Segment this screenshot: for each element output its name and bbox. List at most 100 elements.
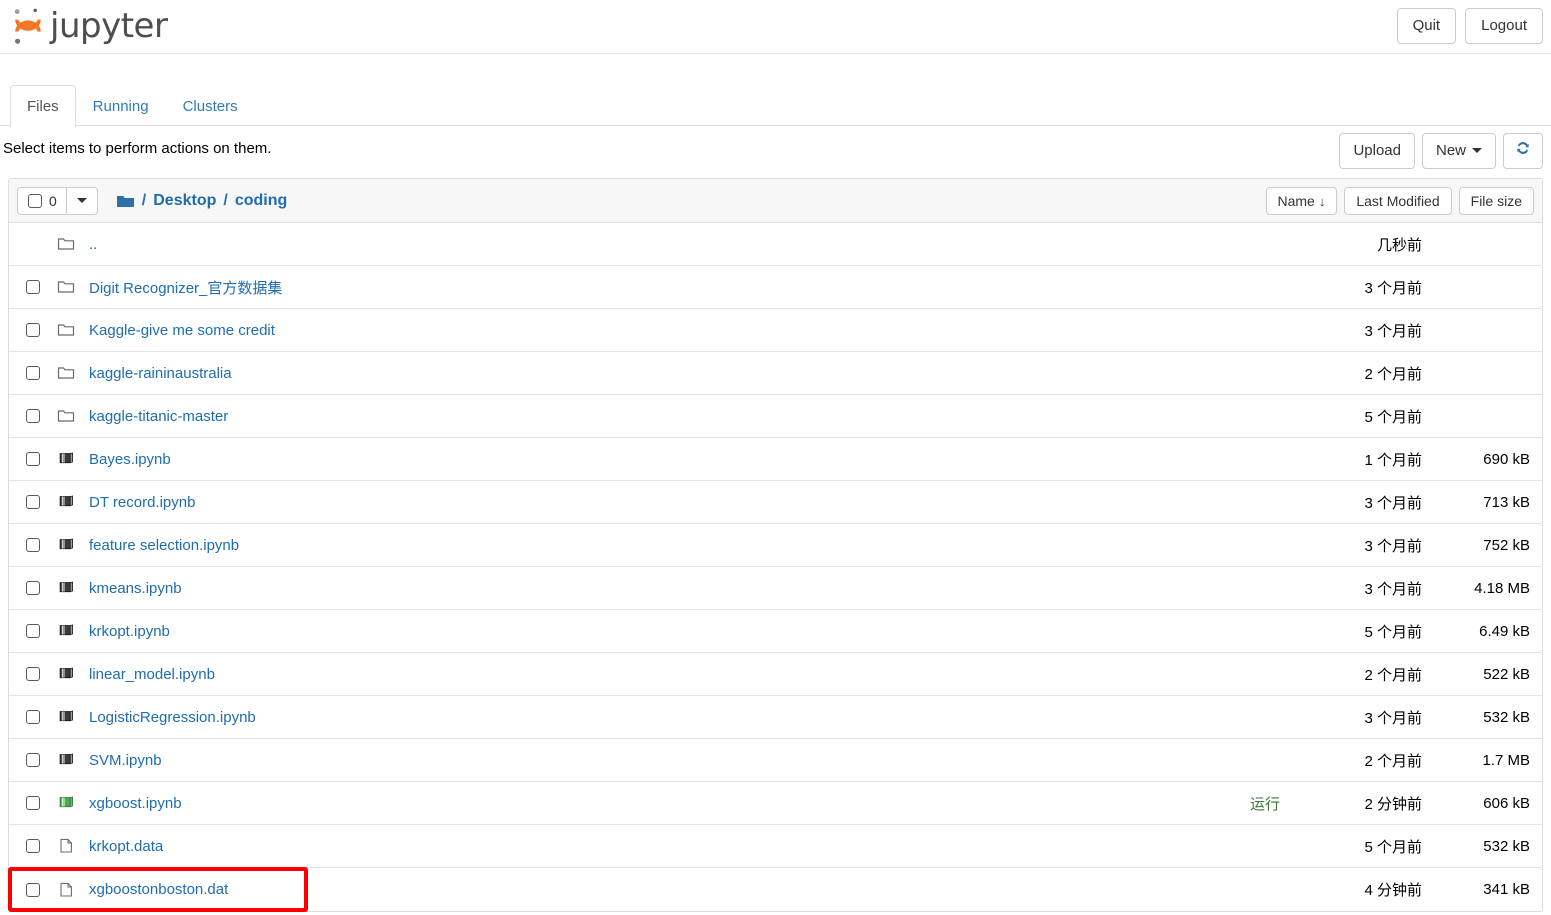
table-row[interactable]: .. 几秒前 (9, 223, 1542, 266)
last-modified-value: 5 个月前 (1364, 838, 1422, 856)
row-checkbox-icon[interactable] (26, 624, 40, 638)
sort-by-last-modified-button[interactable]: Last Modified (1344, 187, 1452, 215)
logout-button[interactable]: Logout (1465, 8, 1543, 44)
row-checkbox-cell[interactable] (9, 452, 57, 466)
table-row[interactable]: DT record.ipynb 3 个月前 713 kB (9, 481, 1542, 524)
quit-button[interactable]: Quit (1396, 8, 1457, 44)
row-checkbox-icon[interactable] (26, 452, 40, 466)
select-dropdown-button[interactable] (65, 186, 98, 215)
table-row[interactable]: krkopt.data 5 个月前 532 kB (9, 825, 1542, 868)
row-checkbox-icon[interactable] (26, 710, 40, 724)
file-name-link[interactable]: Digit Recognizer_官方数据集 (89, 277, 1290, 298)
file-name-link[interactable]: xgboost.ipynb (89, 795, 1250, 812)
file-name-link[interactable]: Bayes.ipynb (89, 451, 1290, 468)
table-row[interactable]: Kaggle-give me some credit 3 个月前 (9, 309, 1542, 352)
table-row[interactable]: kaggle-titanic-master 5 个月前 (9, 395, 1542, 438)
file-name-link[interactable]: .. (89, 236, 1290, 253)
table-row[interactable]: feature selection.ipynb 3 个月前 752 kB (9, 524, 1542, 567)
row-checkbox-icon[interactable] (26, 882, 40, 897)
chevron-down-icon (76, 198, 87, 203)
row-icon-cell (57, 450, 83, 468)
sort-buttons: Name ↓ Last Modified File size (1265, 187, 1534, 215)
file-name-link[interactable]: kaggle-titanic-master (89, 408, 1290, 425)
upload-button[interactable]: Upload (1339, 133, 1415, 169)
table-row[interactable]: Digit Recognizer_官方数据集 3 个月前 (9, 266, 1542, 309)
table-row[interactable]: Bayes.ipynb 1 个月前 690 kB (9, 438, 1542, 481)
sort-by-name-button[interactable]: Name ↓ (1265, 187, 1338, 215)
file-name-link[interactable]: Kaggle-give me some credit (89, 322, 1290, 339)
file-name-link[interactable]: xgboostonboston.dat (89, 881, 1290, 898)
row-checkbox-icon[interactable] (26, 538, 40, 552)
row-checkbox-cell[interactable] (9, 710, 57, 724)
file-size-value: 690 kB (1483, 450, 1530, 468)
file-name-link[interactable]: feature selection.ipynb (89, 537, 1290, 554)
file-name-link[interactable]: LogisticRegression.ipynb (89, 709, 1290, 726)
tab-running[interactable]: Running (76, 85, 166, 127)
breadcrumb-item-coding[interactable]: coding (235, 192, 287, 210)
row-checkbox-icon[interactable] (26, 280, 40, 294)
file-name-link[interactable]: kmeans.ipynb (89, 580, 1290, 597)
row-checkbox-icon[interactable] (26, 839, 40, 853)
row-checkbox-cell[interactable] (9, 581, 57, 595)
row-checkbox-icon[interactable] (26, 667, 40, 681)
select-all-checkbox-group[interactable]: 0 (17, 186, 66, 215)
row-checkbox-cell[interactable] (9, 366, 57, 380)
row-checkbox-cell[interactable] (9, 323, 57, 337)
table-row[interactable]: LogisticRegression.ipynb 3 个月前 532 kB (9, 696, 1542, 739)
breadcrumb-separator: / (141, 191, 147, 209)
table-row[interactable]: linear_model.ipynb 2 个月前 522 kB (9, 653, 1542, 696)
row-checkbox-icon[interactable] (26, 581, 40, 595)
row-checkbox-cell[interactable] (9, 538, 57, 552)
table-row[interactable]: xgboost.ipynb 运行 2 分钟前 606 kB (9, 782, 1542, 825)
file-name-link[interactable]: krkopt.data (89, 838, 1290, 855)
row-checkbox-cell[interactable] (9, 624, 57, 638)
select-all-group: 0 (17, 186, 98, 215)
notebook-icon (59, 581, 73, 593)
table-row[interactable]: SVM.ipynb 2 个月前 1.7 MB (9, 739, 1542, 782)
row-checkbox-cell[interactable] (9, 409, 57, 423)
row-checkbox-cell[interactable] (9, 882, 57, 897)
sort-by-file-size-button[interactable]: File size (1458, 187, 1534, 215)
row-checkbox-cell[interactable] (9, 667, 57, 681)
row-checkbox-icon[interactable] (26, 796, 40, 810)
row-icon-cell (57, 536, 83, 554)
row-icon-cell (57, 579, 83, 597)
page-header: jupyter Quit Logout (0, 0, 1551, 54)
row-checkbox-icon[interactable] (26, 753, 40, 767)
table-row[interactable]: xgboostonboston.dat 4 分钟前 341 kB (9, 868, 1542, 911)
file-size-value: 532 kB (1483, 837, 1530, 855)
refresh-button[interactable] (1503, 133, 1543, 169)
table-row[interactable]: kaggle-raininaustralia 2 个月前 (9, 352, 1542, 395)
row-checkbox-cell[interactable] (9, 280, 57, 294)
new-button[interactable]: New (1421, 133, 1496, 169)
new-button-label: New (1435, 142, 1466, 159)
file-size-value: 6.49 kB (1479, 622, 1530, 640)
folder-icon[interactable] (116, 193, 135, 209)
row-checkbox-icon[interactable] (26, 409, 40, 423)
row-checkbox-cell[interactable] (9, 796, 57, 810)
jupyter-brand[interactable]: jupyter (10, 3, 168, 49)
file-name-link[interactable]: SVM.ipynb (89, 752, 1290, 769)
row-checkbox-icon[interactable] (26, 366, 40, 380)
tab-files[interactable]: Files (10, 85, 76, 127)
row-checkbox-cell[interactable] (9, 753, 57, 767)
row-checkbox-icon[interactable] (26, 323, 40, 337)
file-name-link[interactable]: linear_model.ipynb (89, 666, 1290, 683)
tab-clusters[interactable]: Clusters (166, 85, 255, 127)
last-modified-value: 5 个月前 (1364, 623, 1422, 641)
main-tabs: Files Running Clusters (10, 84, 255, 127)
row-checkbox-cell[interactable] (9, 495, 57, 509)
select-all-checkbox-icon[interactable] (28, 193, 42, 208)
table-row[interactable]: krkopt.ipynb 5 个月前 6.49 kB (9, 610, 1542, 653)
file-name-link[interactable]: kaggle-raininaustralia (89, 365, 1290, 382)
breadcrumb-item-desktop[interactable]: Desktop (153, 192, 216, 210)
breadcrumb: / Desktop / coding (116, 192, 287, 210)
row-checkbox-cell[interactable] (9, 839, 57, 853)
file-size-value: 713 kB (1483, 493, 1530, 511)
file-name-link[interactable]: DT record.ipynb (89, 494, 1290, 511)
last-modified-value: 4 分钟前 (1364, 882, 1422, 899)
main-tabs-row: Files Running Clusters (0, 81, 1551, 127)
row-checkbox-icon[interactable] (26, 495, 40, 509)
table-row[interactable]: kmeans.ipynb 3 个月前 4.18 MB (9, 567, 1542, 610)
file-name-link[interactable]: krkopt.ipynb (89, 623, 1290, 640)
